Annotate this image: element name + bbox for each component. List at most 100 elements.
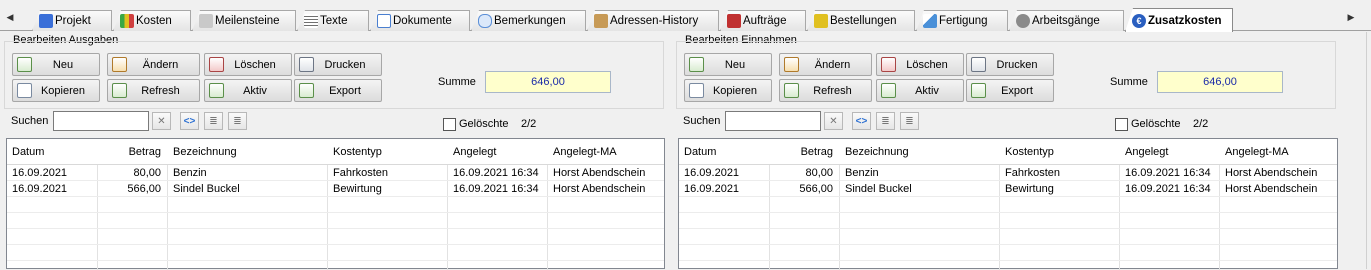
tab-label: Fertigung bbox=[939, 15, 988, 27]
code-toggle-icon[interactable]: <> bbox=[180, 112, 199, 130]
button-label: Refresh bbox=[813, 84, 852, 97]
button-label: Drucken bbox=[324, 58, 366, 71]
col-datum[interactable]: Datum bbox=[684, 146, 716, 158]
export-button[interactable]: Export bbox=[966, 79, 1054, 102]
tab-label: Adressen-History bbox=[610, 15, 699, 27]
purchase-orders-icon bbox=[814, 14, 828, 28]
cell-bezeichnung: Sindel Buckel bbox=[173, 183, 240, 195]
col-kostentyp[interactable]: Kostentyp bbox=[333, 146, 382, 158]
list-view-icon[interactable]: ≣ bbox=[876, 112, 895, 130]
tab-auftraege[interactable]: Aufträge bbox=[720, 10, 806, 31]
income-panel: Bearbeiten Einnahmen Neu Ändern Löschen … bbox=[676, 32, 1338, 270]
refresh-icon bbox=[784, 83, 799, 98]
texts-icon bbox=[304, 14, 318, 28]
project-icon bbox=[39, 14, 53, 28]
col-bezeichnung[interactable]: Bezeichnung bbox=[845, 146, 909, 158]
empty-row bbox=[679, 229, 1337, 245]
tab-meilensteine[interactable]: Meilensteine bbox=[192, 10, 296, 31]
tab-bemerkungen[interactable]: Bemerkungen bbox=[471, 10, 586, 31]
deleted-checkbox[interactable] bbox=[443, 118, 456, 131]
col-angelegt-ma[interactable]: Angelegt-MA bbox=[1225, 146, 1289, 158]
col-bezeichnung[interactable]: Bezeichnung bbox=[173, 146, 237, 158]
tab-label: Bestellungen bbox=[830, 15, 897, 27]
button-label: Export bbox=[1001, 84, 1033, 97]
tab-arbeitsgaenge[interactable]: Arbeitsgänge bbox=[1009, 10, 1124, 31]
refresh-icon bbox=[112, 83, 127, 98]
tab-bestellungen[interactable]: Bestellungen bbox=[807, 10, 915, 31]
col-angelegt[interactable]: Angelegt bbox=[453, 146, 496, 158]
tab-kosten[interactable]: Kosten bbox=[113, 10, 191, 31]
sum-value-field: 646,00 bbox=[1157, 71, 1283, 93]
record-count: 2/2 bbox=[1193, 118, 1209, 130]
col-betrag[interactable]: Betrag bbox=[775, 146, 833, 158]
copy-button[interactable]: Kopieren bbox=[12, 79, 100, 102]
scroll-right-arrow-icon[interactable]: ▶ bbox=[1345, 10, 1357, 24]
refresh-button[interactable]: Refresh bbox=[779, 79, 872, 102]
vertical-scrollbar[interactable] bbox=[1366, 32, 1371, 269]
scroll-left-arrow-icon[interactable]: ◀ bbox=[4, 10, 16, 24]
table-row[interactable]: 16.09.2021 566,00 Sindel Buckel Bewirtun… bbox=[679, 181, 1337, 197]
search-label: Suchen bbox=[11, 115, 49, 127]
col-datum[interactable]: Datum bbox=[12, 146, 44, 158]
expenses-table[interactable]: Datum Betrag Bezeichnung Kostentyp Angel… bbox=[6, 138, 665, 270]
tab-adressen-history[interactable]: Adressen-History bbox=[587, 10, 719, 31]
milestones-icon bbox=[199, 14, 213, 28]
list-view-icon[interactable]: ≣ bbox=[204, 112, 223, 130]
active-button[interactable]: Aktiv bbox=[876, 79, 964, 102]
income-table[interactable]: Datum Betrag Bezeichnung Kostentyp Angel… bbox=[678, 138, 1338, 270]
tab-texte[interactable]: Texte bbox=[297, 10, 369, 31]
deleted-checkbox[interactable] bbox=[1115, 118, 1128, 131]
detail-view-icon[interactable]: ≣ bbox=[228, 112, 247, 130]
tab-fertigung[interactable]: Fertigung bbox=[916, 10, 1008, 31]
cell-betrag: 80,00 bbox=[805, 167, 833, 179]
search-input[interactable] bbox=[725, 111, 821, 131]
table-header: Datum Betrag Bezeichnung Kostentyp Angel… bbox=[679, 139, 1337, 165]
new-button[interactable]: Neu bbox=[684, 53, 772, 76]
cell-angelegt-ma: Horst Abendschein bbox=[553, 183, 646, 195]
empty-row bbox=[7, 197, 664, 213]
table-row[interactable]: 16.09.2021 566,00 Sindel Buckel Bewirtun… bbox=[7, 181, 664, 197]
additional-costs-euro-icon: € bbox=[1132, 14, 1146, 28]
tab-label: Kosten bbox=[136, 15, 172, 27]
print-button[interactable]: Drucken bbox=[294, 53, 382, 76]
tab-zusatzkosten[interactable]: € Zusatzkosten bbox=[1125, 8, 1233, 32]
col-kostentyp[interactable]: Kostentyp bbox=[1005, 146, 1054, 158]
cell-angelegt: 16.09.2021 16:34 bbox=[453, 167, 539, 179]
button-label: Ändern bbox=[142, 58, 179, 71]
edit-button[interactable]: Ändern bbox=[107, 53, 200, 76]
clear-search-icon[interactable]: ✕ bbox=[152, 112, 171, 130]
cell-kostentyp: Bewirtung bbox=[1005, 183, 1054, 195]
edit-button[interactable]: Ändern bbox=[779, 53, 872, 76]
active-button[interactable]: Aktiv bbox=[204, 79, 292, 102]
button-label: Aktiv bbox=[243, 84, 267, 97]
tab-strip: ◀ Projekt Kosten Meilensteine Texte Doku… bbox=[0, 0, 1371, 32]
copy-button[interactable]: Kopieren bbox=[684, 79, 772, 102]
sum-label: Summe bbox=[438, 76, 476, 88]
col-angelegt-ma[interactable]: Angelegt-MA bbox=[553, 146, 617, 158]
export-button[interactable]: Export bbox=[294, 79, 382, 102]
cell-datum: 16.09.2021 bbox=[684, 167, 740, 179]
print-button[interactable]: Drucken bbox=[966, 53, 1054, 76]
tab-label: Projekt bbox=[55, 15, 91, 27]
search-input[interactable] bbox=[53, 111, 149, 131]
deleted-label: Gelöschte bbox=[459, 118, 509, 130]
code-toggle-icon[interactable]: <> bbox=[852, 112, 871, 130]
tab-label: Aufträge bbox=[743, 15, 787, 27]
detail-view-icon[interactable]: ≣ bbox=[900, 112, 919, 130]
active-icon bbox=[881, 83, 896, 98]
table-row[interactable]: 16.09.2021 80,00 Benzin Fahrkosten 16.09… bbox=[7, 165, 664, 181]
col-betrag[interactable]: Betrag bbox=[103, 146, 161, 158]
tab-label: Zusatzkosten bbox=[1148, 14, 1222, 27]
edit-pencil-icon bbox=[784, 57, 799, 72]
col-angelegt[interactable]: Angelegt bbox=[1125, 146, 1168, 158]
new-icon bbox=[689, 57, 704, 72]
delete-button[interactable]: Löschen bbox=[204, 53, 292, 76]
printer-icon bbox=[299, 57, 314, 72]
tab-dokumente[interactable]: Dokumente bbox=[370, 10, 470, 31]
table-row[interactable]: 16.09.2021 80,00 Benzin Fahrkosten 16.09… bbox=[679, 165, 1337, 181]
delete-button[interactable]: Löschen bbox=[876, 53, 964, 76]
clear-search-icon[interactable]: ✕ bbox=[824, 112, 843, 130]
new-button[interactable]: Neu bbox=[12, 53, 100, 76]
tab-projekt[interactable]: Projekt bbox=[32, 10, 112, 31]
refresh-button[interactable]: Refresh bbox=[107, 79, 200, 102]
